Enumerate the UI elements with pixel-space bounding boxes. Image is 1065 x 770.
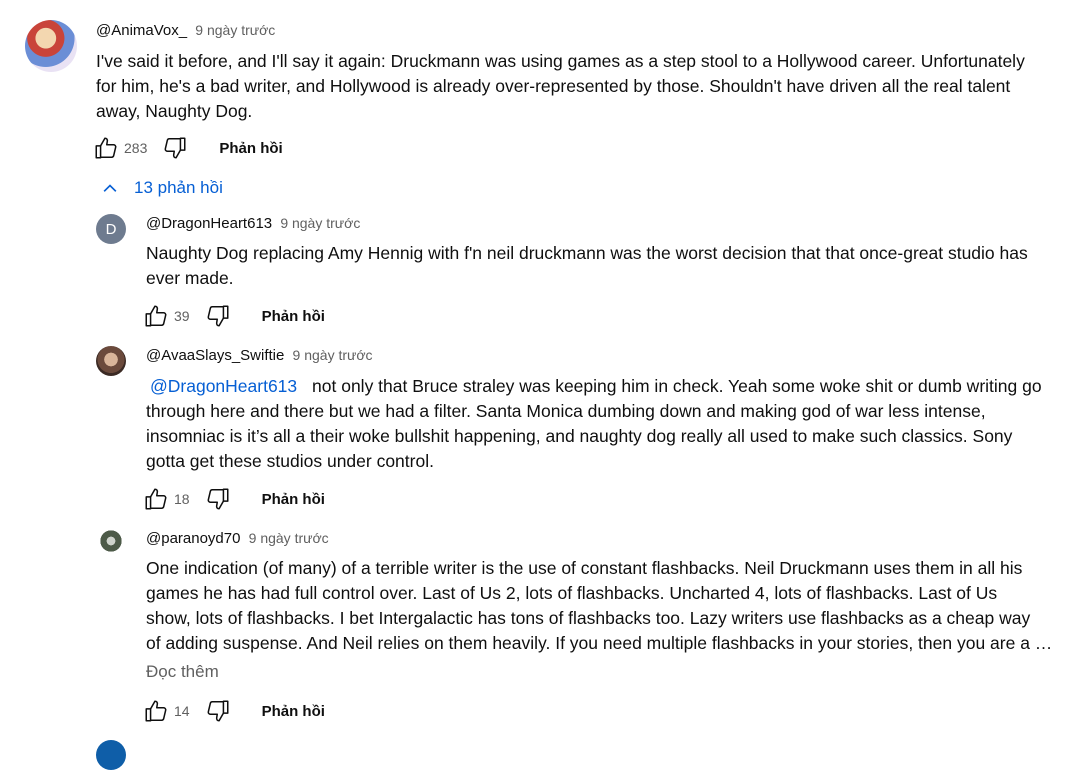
- reply-actions: 18 Phản hồi: [142, 485, 325, 513]
- author-name[interactable]: @paranoyd70: [146, 530, 240, 547]
- like-icon[interactable]: [142, 302, 170, 330]
- avatar[interactable]: [96, 740, 126, 770]
- reply-button[interactable]: Phản hồi: [262, 703, 325, 720]
- dislike-icon[interactable]: [161, 134, 189, 162]
- comment-text-line: I've said it before, and I'll say it aga…: [96, 51, 1025, 71]
- reply-text-line: Naughty Dog replacing Amy Hennig with f'…: [146, 243, 1028, 263]
- dislike-icon[interactable]: [204, 697, 232, 725]
- reply-author-line: @paranoyd70 9 ngày trước: [146, 530, 329, 547]
- reply-text: Naughty Dog replacing Amy Hennig with f'…: [146, 241, 1028, 291]
- mention-link[interactable]: @DragonHeart613: [150, 376, 297, 396]
- like-count: 39: [174, 308, 190, 324]
- like-count: 283: [124, 140, 148, 156]
- avatar[interactable]: D: [96, 214, 126, 244]
- author-name[interactable]: @AnimaVox_: [96, 22, 187, 39]
- reply-text-line: games he has had full control over. Last…: [146, 583, 998, 603]
- reply-actions: 14 Phản hồi: [142, 697, 325, 725]
- comment-actions: 283 Phản hồi: [92, 134, 283, 162]
- comment-text: I've said it before, and I'll say it aga…: [96, 49, 1025, 124]
- reply-text-line: of adding suspense. And Neil relies on t…: [146, 633, 1053, 653]
- reply-text: One indication (of many) of a terrible w…: [146, 556, 1052, 656]
- reply-text-line: gotta get these studios under control.: [146, 451, 434, 471]
- comment-time[interactable]: 9 ngày trước: [249, 530, 329, 546]
- comment-time[interactable]: 9 ngày trước: [293, 347, 373, 363]
- reply-button[interactable]: Phản hồi: [262, 308, 325, 325]
- avatar-letter: D: [105, 220, 117, 238]
- like-icon[interactable]: [92, 134, 120, 162]
- reply-text-line: through here and there but we had a filt…: [146, 401, 986, 421]
- comment-text-line: away, Naughty Dog.: [96, 101, 253, 121]
- avatar[interactable]: [96, 529, 126, 559]
- comment-time[interactable]: 9 ngày trước: [280, 215, 360, 231]
- comment-time[interactable]: 9 ngày trước: [195, 22, 275, 38]
- reply-author-line: @AvaaSlays_Swiftie 9 ngày trước: [146, 347, 373, 364]
- like-count: 14: [174, 703, 190, 719]
- dislike-icon[interactable]: [204, 485, 232, 513]
- comment-text-line: for him, he's a bad writer, and Hollywoo…: [96, 76, 1011, 96]
- chevron-up-icon: [103, 184, 117, 192]
- reply-author-line: @DragonHeart613 9 ngày trước: [146, 215, 360, 232]
- replies-count-label: 13 phản hồi: [134, 178, 223, 197]
- dislike-icon[interactable]: [204, 302, 232, 330]
- reply-text-line: ever made.: [146, 268, 234, 288]
- like-icon[interactable]: [142, 697, 170, 725]
- author-name[interactable]: @AvaaSlays_Swiftie: [146, 347, 284, 364]
- reply-text-line: One indication (of many) of a terrible w…: [146, 558, 1023, 578]
- reply-button[interactable]: Phản hồi: [219, 140, 282, 157]
- reply-button[interactable]: Phản hồi: [262, 491, 325, 508]
- reply-actions: 39 Phản hồi: [142, 302, 325, 330]
- reply-text-line: insomniac is it’s all a their woke bulls…: [146, 426, 1013, 446]
- author-name[interactable]: @DragonHeart613: [146, 215, 272, 232]
- like-icon[interactable]: [142, 485, 170, 513]
- read-more-link[interactable]: Đọc thêm: [146, 662, 219, 682]
- like-count: 18: [174, 491, 190, 507]
- replies-toggle-button[interactable]: 13 phản hồi: [100, 178, 223, 198]
- reply-text-segment: not only that Bruce straley was keeping …: [312, 376, 1042, 396]
- avatar[interactable]: [25, 20, 77, 72]
- reply-text-line: @DragonHeart613 not only that Bruce stra…: [146, 374, 1042, 399]
- reply-text-line: show, lots of flashbacks. I bet Intergal…: [146, 608, 1031, 628]
- comment-author-line: @AnimaVox_ 9 ngày trước: [96, 22, 275, 39]
- reply-text: @DragonHeart613 not only that Bruce stra…: [146, 374, 1042, 474]
- avatar[interactable]: [96, 346, 126, 376]
